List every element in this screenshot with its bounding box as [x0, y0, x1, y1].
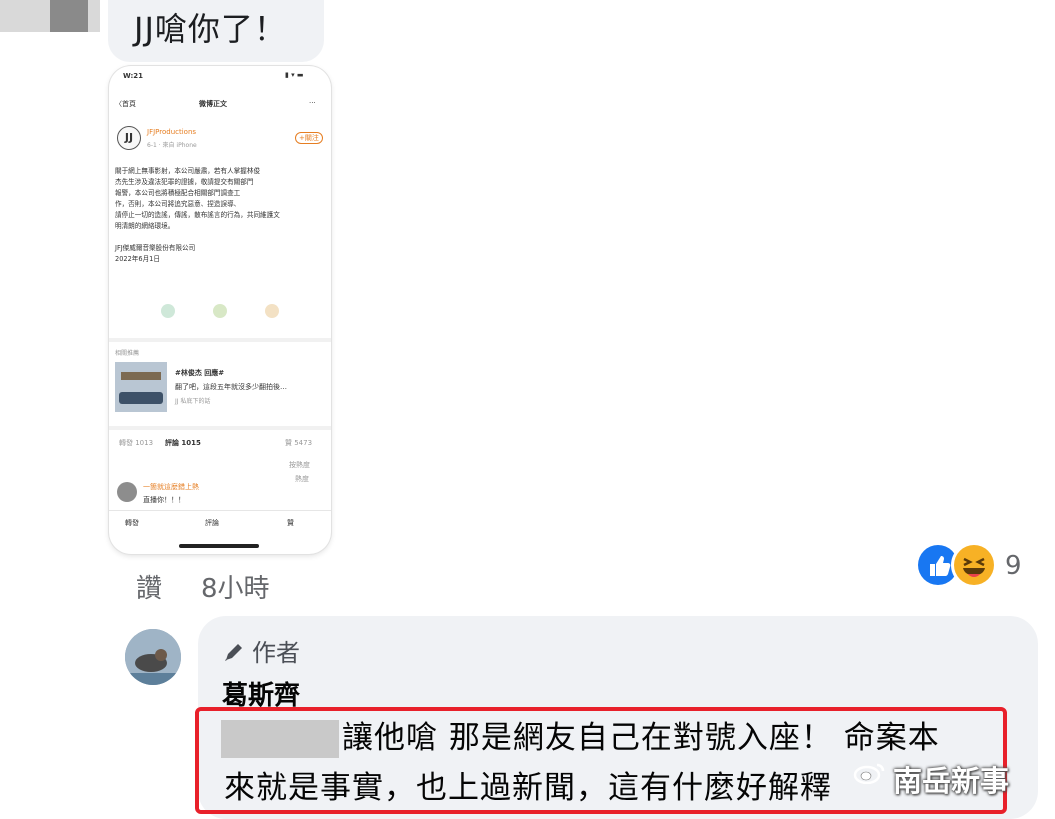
like-link[interactable]: 讚: [136, 568, 162, 605]
jfj-logo-avatar: JJ: [117, 126, 141, 150]
phone-repost-button: 轉發: [125, 519, 139, 527]
phone-divider: [109, 338, 331, 342]
top-commenter-avatar-shade: [50, 0, 88, 32]
phone-body-line: 作，否則，本公司將追究惡意、捏造誤導、: [115, 200, 241, 208]
phone-tab-like: 贊 5473: [285, 439, 313, 447]
recommend-meta: JJ 私底下的話: [175, 398, 211, 405]
watermark-text: 南岳新事: [893, 764, 1010, 798]
author-badge: 作者: [222, 633, 300, 668]
wechat-share-icon: [213, 304, 227, 318]
phone-like-button: 贊: [287, 519, 294, 527]
phone-recommend-card: #林俊杰 回應# 翻了吧，這段五年就沒多少翻拍後… JJ 私底下的話: [115, 362, 325, 418]
phone-tab-repost: 轉發 1013: [119, 439, 154, 447]
phone-body-line: 關于網上無事影射，本公司嚴肅，若有人掌握林俊: [115, 167, 261, 175]
phone-section-label: 相關推薦: [115, 350, 140, 357]
reply-author-avatar[interactable]: [125, 629, 181, 685]
weibo-screenshot-image[interactable]: W:21 ▮ ▾ ▬ 〈首頁 微博正文 ··· JJ JFJProduction…: [109, 66, 331, 554]
red-highlight-box: [195, 707, 1007, 814]
phone-date: 2022年6月1日: [115, 255, 160, 263]
weibo-logo-icon: [853, 763, 885, 784]
phone-divider: [109, 426, 331, 430]
phone-nav-title: 微博正文: [199, 100, 227, 108]
phone-more-icon: ···: [309, 99, 316, 107]
phone-body-line: 請停止一切的造謠，傳謠，散布謠言的行為，共同維護文: [115, 211, 280, 219]
phone-comment-text: 直播你！！！: [143, 496, 185, 504]
phone-account-name: JFJProductions: [147, 128, 197, 136]
phone-back-link: 〈首頁: [115, 100, 136, 108]
recommend-thumbnail: [115, 362, 167, 412]
like-reaction-icon[interactable]: [918, 545, 958, 585]
phone-status-icons: ▮ ▾ ▬: [285, 71, 304, 79]
author-badge-label: 作者: [252, 639, 300, 667]
phone-status-time: W:21: [123, 72, 144, 80]
phone-home-indicator: [179, 544, 259, 548]
repost-share-icon: [161, 304, 175, 318]
phone-comment-button: 評論: [205, 519, 219, 527]
commenter-avatar: [117, 482, 137, 502]
phone-body-line: 杰先生涉及違法犯罪的證據，敬請提交有關部門: [115, 178, 254, 186]
phone-follow-button: +關注: [295, 132, 323, 144]
recommend-title: #林俊杰 回應#: [175, 369, 225, 377]
phone-body-line: 明清朗的網絡環境。: [115, 222, 175, 230]
top-comment-text: JJ嗆你了！: [134, 10, 287, 48]
phone-sort: 按熱度: [289, 461, 310, 469]
pen-icon: [225, 644, 242, 661]
phone-hot-label: 熱度: [295, 475, 309, 483]
top-comment-bubble: JJ嗆你了！: [108, 0, 324, 62]
phone-account-sub: 6-1 · 來自 iPhone: [147, 142, 197, 149]
recommend-desc: 翻了吧，這段五年就沒多少翻拍後…: [175, 383, 287, 391]
phone-post-body: 關于網上無事影射，本公司嚴肅，若有人掌握林俊 杰先生涉及違法犯罪的證據，敬請提交…: [115, 166, 325, 265]
phone-body-line: 報警，本公司也將積極配合相關部門調查工: [115, 189, 241, 197]
bookmark-share-icon: [265, 304, 279, 318]
haha-reaction-icon[interactable]: [954, 545, 994, 585]
comment-timestamp[interactable]: 8小時: [201, 568, 270, 605]
phone-divider: [109, 510, 331, 511]
phone-signature: JFJ傑威爾音樂股份有限公司: [115, 244, 196, 252]
reaction-count[interactable]: 9: [1005, 551, 1022, 581]
phone-tab-comment: 評論 1015: [165, 439, 201, 447]
phone-commenter-name: 一箇就這麼錯上熱: [143, 483, 199, 491]
